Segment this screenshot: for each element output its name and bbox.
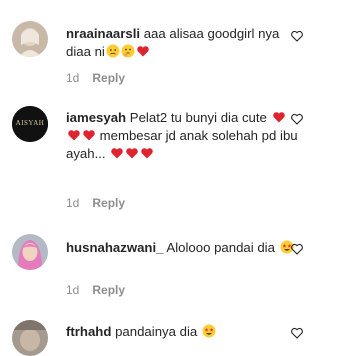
comment-item: ftrhahd pandainya dia (0, 312, 337, 356)
avatar[interactable] (12, 320, 48, 356)
comment-item: nraainaarsli aaa alisaa goodgirl nya dia… (0, 0, 337, 92)
comment-body: iamesyah Pelat2 tu bunyi dia cute membes… (66, 109, 298, 163)
red-heart-emoji-icon (272, 112, 285, 123)
comment-time: 1d (66, 71, 80, 85)
thinking-face-emoji-icon (121, 44, 135, 58)
comment-text: pandainya dia (115, 324, 198, 339)
avatar[interactable] (12, 234, 48, 270)
reply-button[interactable]: Reply (92, 283, 125, 297)
comment-meta: 1d Reply (66, 283, 125, 297)
comment-time: 1d (66, 196, 80, 210)
username[interactable]: iamesyah (66, 110, 126, 125)
comment-meta: 1d Reply (66, 71, 125, 85)
comment-body: ftrhahd pandainya dia (66, 323, 298, 341)
comment-meta: 1d Reply (66, 196, 125, 210)
comment-text: Pelat2 tu bunyi dia cute (129, 110, 267, 125)
comment-time: 1d (66, 283, 80, 297)
heart-outline-icon[interactable] (290, 29, 304, 43)
comment-body: nraainaarsli aaa alisaa goodgirl nya dia… (66, 25, 298, 61)
star-struck-emoji-icon (202, 324, 216, 338)
username[interactable]: ftrhahd (66, 324, 111, 339)
red-heart-emoji-icon (111, 148, 124, 159)
red-heart-emoji-icon (68, 130, 80, 141)
sad-face-emoji-icon (106, 44, 120, 58)
heart-outline-icon[interactable] (290, 112, 304, 126)
heart-outline-icon[interactable] (290, 242, 304, 256)
avatar-logo-text: AISYAH (15, 119, 45, 127)
username[interactable]: husnahazwani_ (66, 240, 163, 255)
red-heart-emoji-icon (137, 46, 149, 57)
avatar[interactable]: AISYAH (12, 106, 48, 142)
comment-item: husnahazwani_ Alolooo pandai dia 1d Reply (0, 222, 337, 312)
red-heart-emoji-icon (141, 148, 154, 159)
username[interactable]: nraainaarsli (66, 26, 140, 41)
red-heart-emoji-icon (126, 148, 139, 159)
red-heart-emoji-icon (83, 130, 95, 141)
reply-button[interactable]: Reply (92, 196, 125, 210)
avatar[interactable] (12, 21, 48, 57)
comment-text: Alolooo pandai dia (166, 240, 275, 255)
reply-button[interactable]: Reply (92, 71, 125, 85)
heart-outline-icon[interactable] (290, 326, 304, 340)
comment-body: husnahazwani_ Alolooo pandai dia (66, 239, 298, 257)
comment-item: AISYAH iamesyah Pelat2 tu bunyi dia cute… (0, 92, 337, 222)
comment-text-continued: membesar jd anak solehah pd ibu ayah... (66, 128, 298, 161)
